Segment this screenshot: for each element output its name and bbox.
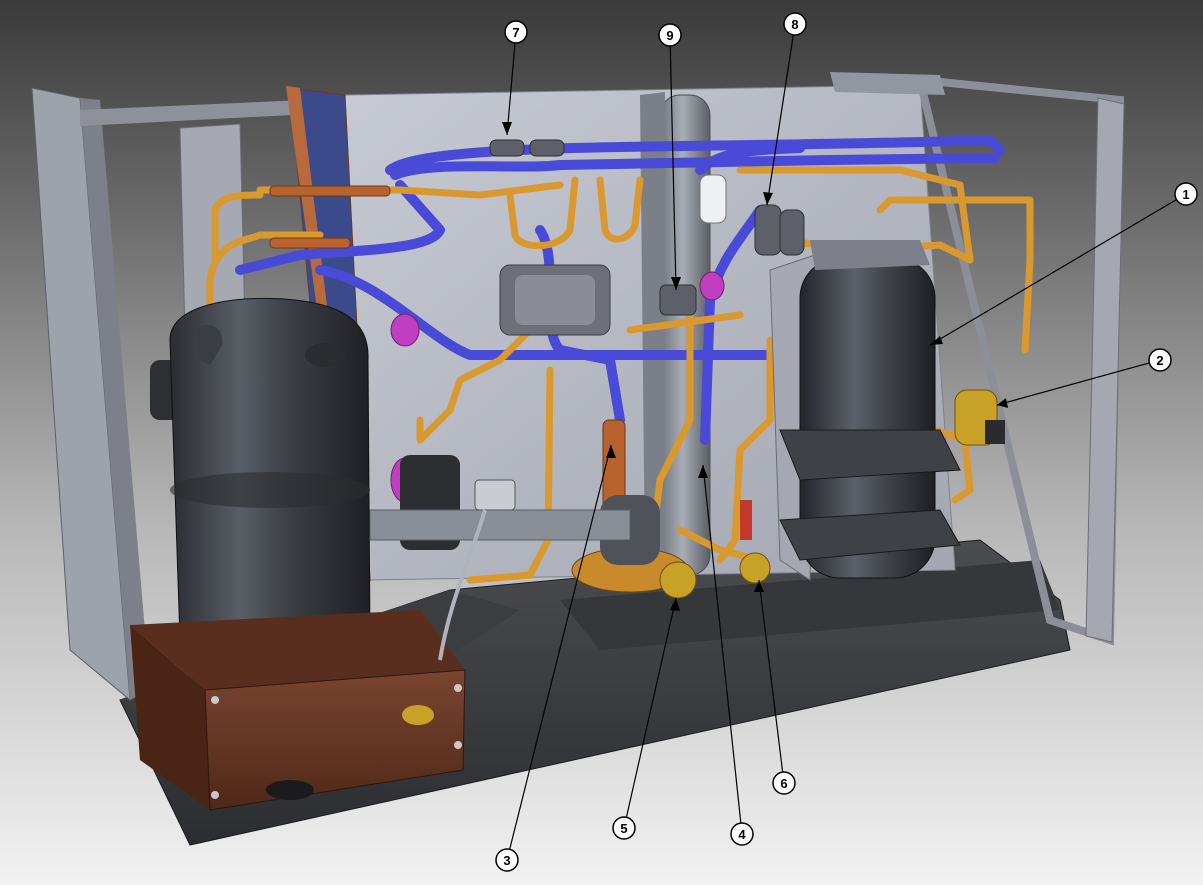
callout-6: 6 [772,771,796,795]
callout-7-label: 7 [512,25,519,40]
expansion-valve [499,264,611,336]
callout-4-label: 4 [738,827,746,842]
callout-1-label: 1 [1182,187,1189,202]
callout-8-label: 8 [791,17,798,32]
sight-glass [699,174,727,224]
refrigeration-unit-diagram: 1 2 3 4 5 6 7 8 9 [31,12,1198,872]
callout-3: 3 [495,848,519,872]
callout-3-label: 3 [503,853,510,868]
callout-2: 2 [1148,348,1172,372]
callout-8: 8 [783,12,807,36]
callout-6-label: 6 [780,776,787,791]
callout-5-label: 5 [620,821,627,836]
callout-2-label: 2 [1156,353,1163,368]
callout-1: 1 [1174,182,1198,206]
callout-5: 5 [612,816,636,840]
callout-4: 4 [730,822,754,846]
callout-9-label: 9 [666,28,673,43]
callout-9: 9 [658,23,682,47]
callout-7: 7 [504,20,528,44]
right-compressor [769,240,961,581]
left-compressor [150,297,371,665]
